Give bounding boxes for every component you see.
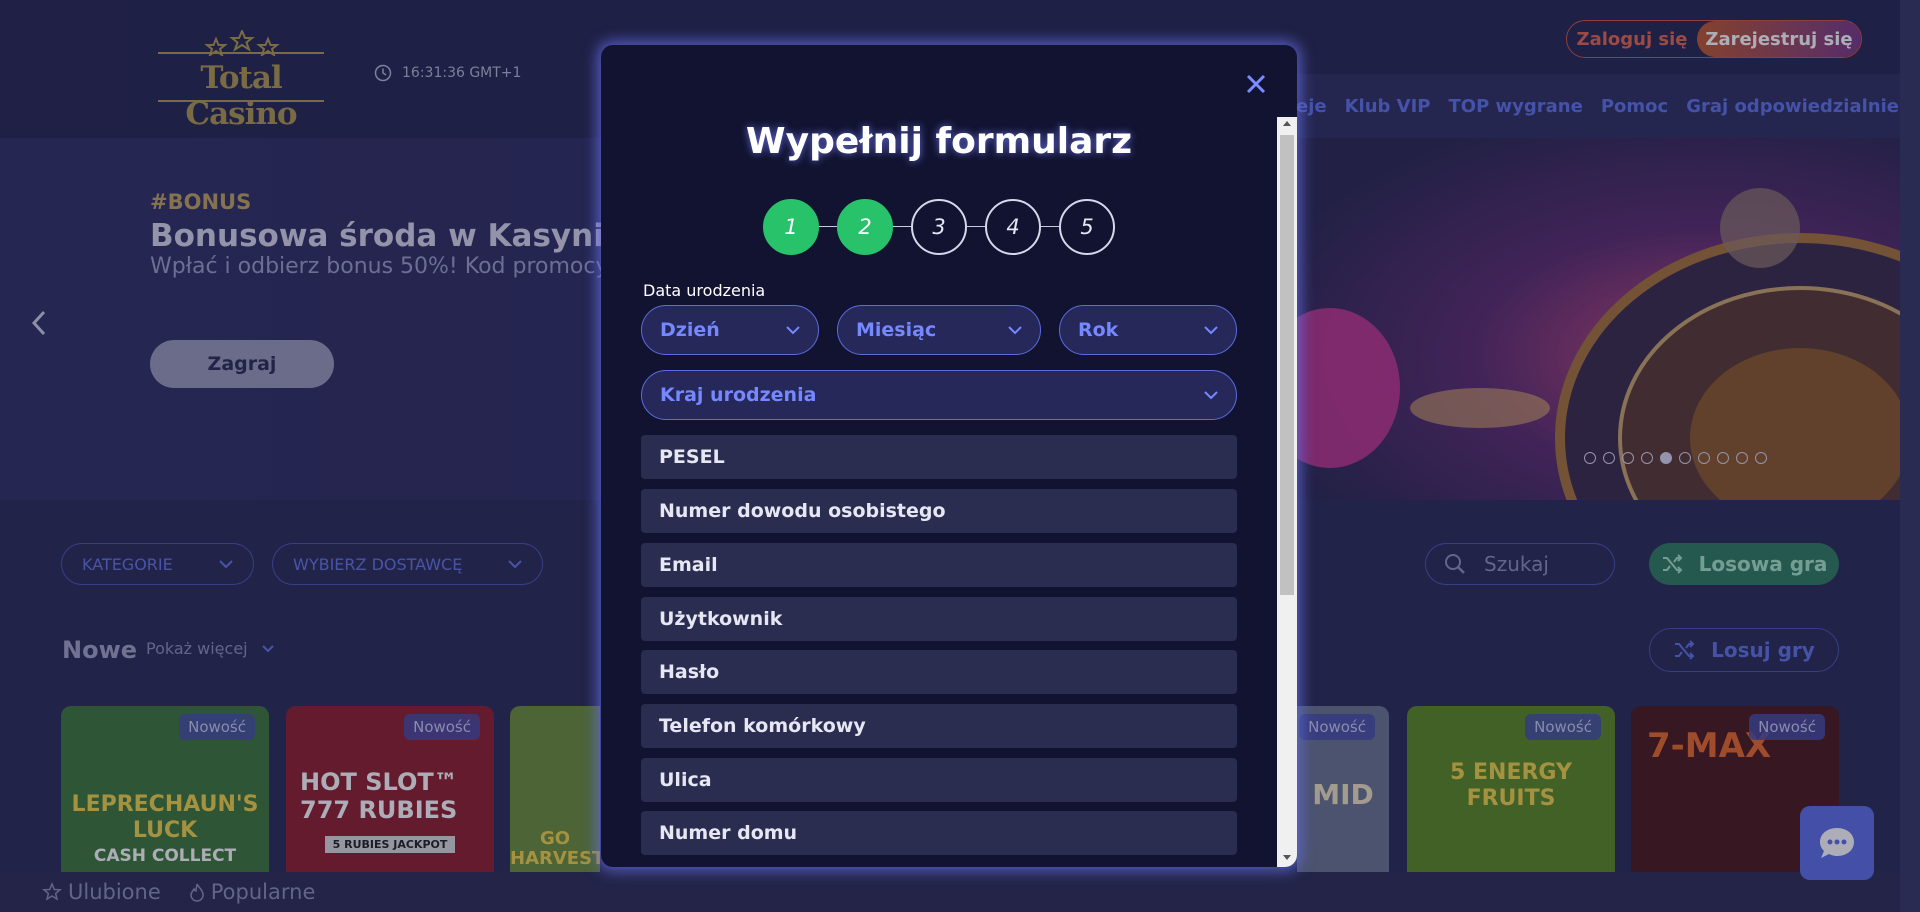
email-field[interactable]: Email: [641, 543, 1237, 587]
username-field[interactable]: Użytkownik: [641, 597, 1237, 641]
step-2: 2: [837, 199, 893, 255]
modal-title: Wypełnij formularz: [745, 121, 1133, 162]
scroll-up-arrow-icon[interactable]: [1283, 121, 1291, 126]
page: Total Casino 16:31:36 GMT+1 Zaloguj się …: [0, 0, 1920, 912]
close-icon[interactable]: [1241, 69, 1271, 99]
year-select-value: Rok: [1078, 319, 1119, 341]
registration-modal: Wypełnij formularz 1 2 3 4 5 Data urodze…: [601, 45, 1297, 867]
step-progress: 1 2 3 4 5: [763, 199, 1115, 255]
scroll-down-arrow-icon[interactable]: [1283, 855, 1291, 860]
street-field[interactable]: Ulica: [641, 758, 1237, 802]
month-select[interactable]: Miesiąc: [837, 305, 1041, 355]
day-select-value: Dzień: [660, 319, 720, 341]
pesel-field[interactable]: PESEL: [641, 435, 1237, 479]
mobile-phone-field[interactable]: Telefon komórkowy: [641, 704, 1237, 748]
house-number-field[interactable]: Numer domu: [641, 811, 1237, 855]
chevron-down-icon: [1204, 325, 1218, 334]
chevron-down-icon: [1204, 390, 1218, 399]
modal-scrollbar[interactable]: [1277, 117, 1297, 867]
step-connector: [819, 226, 837, 227]
id-number-field[interactable]: Numer dowodu osobistego: [641, 489, 1237, 533]
month-select-value: Miesiąc: [856, 319, 937, 341]
step-5: 5: [1059, 199, 1115, 255]
password-field[interactable]: Hasło: [641, 650, 1237, 694]
birth-country-value: Kraj urodzenia: [660, 384, 817, 406]
chevron-down-icon: [1008, 325, 1022, 334]
page-scrollbar[interactable]: [1900, 0, 1920, 912]
step-connector: [967, 226, 985, 227]
step-4: 4: [985, 199, 1041, 255]
scrollbar-thumb[interactable]: [1280, 135, 1294, 595]
birth-date-label: Data urodzenia: [643, 281, 766, 300]
birth-country-select[interactable]: Kraj urodzenia: [641, 370, 1237, 420]
step-3: 3: [911, 199, 967, 255]
chevron-down-icon: [786, 325, 800, 334]
step-connector: [1041, 226, 1059, 227]
year-select[interactable]: Rok: [1059, 305, 1237, 355]
step-1: 1: [763, 199, 819, 255]
step-connector: [893, 226, 911, 227]
day-select[interactable]: Dzień: [641, 305, 819, 355]
